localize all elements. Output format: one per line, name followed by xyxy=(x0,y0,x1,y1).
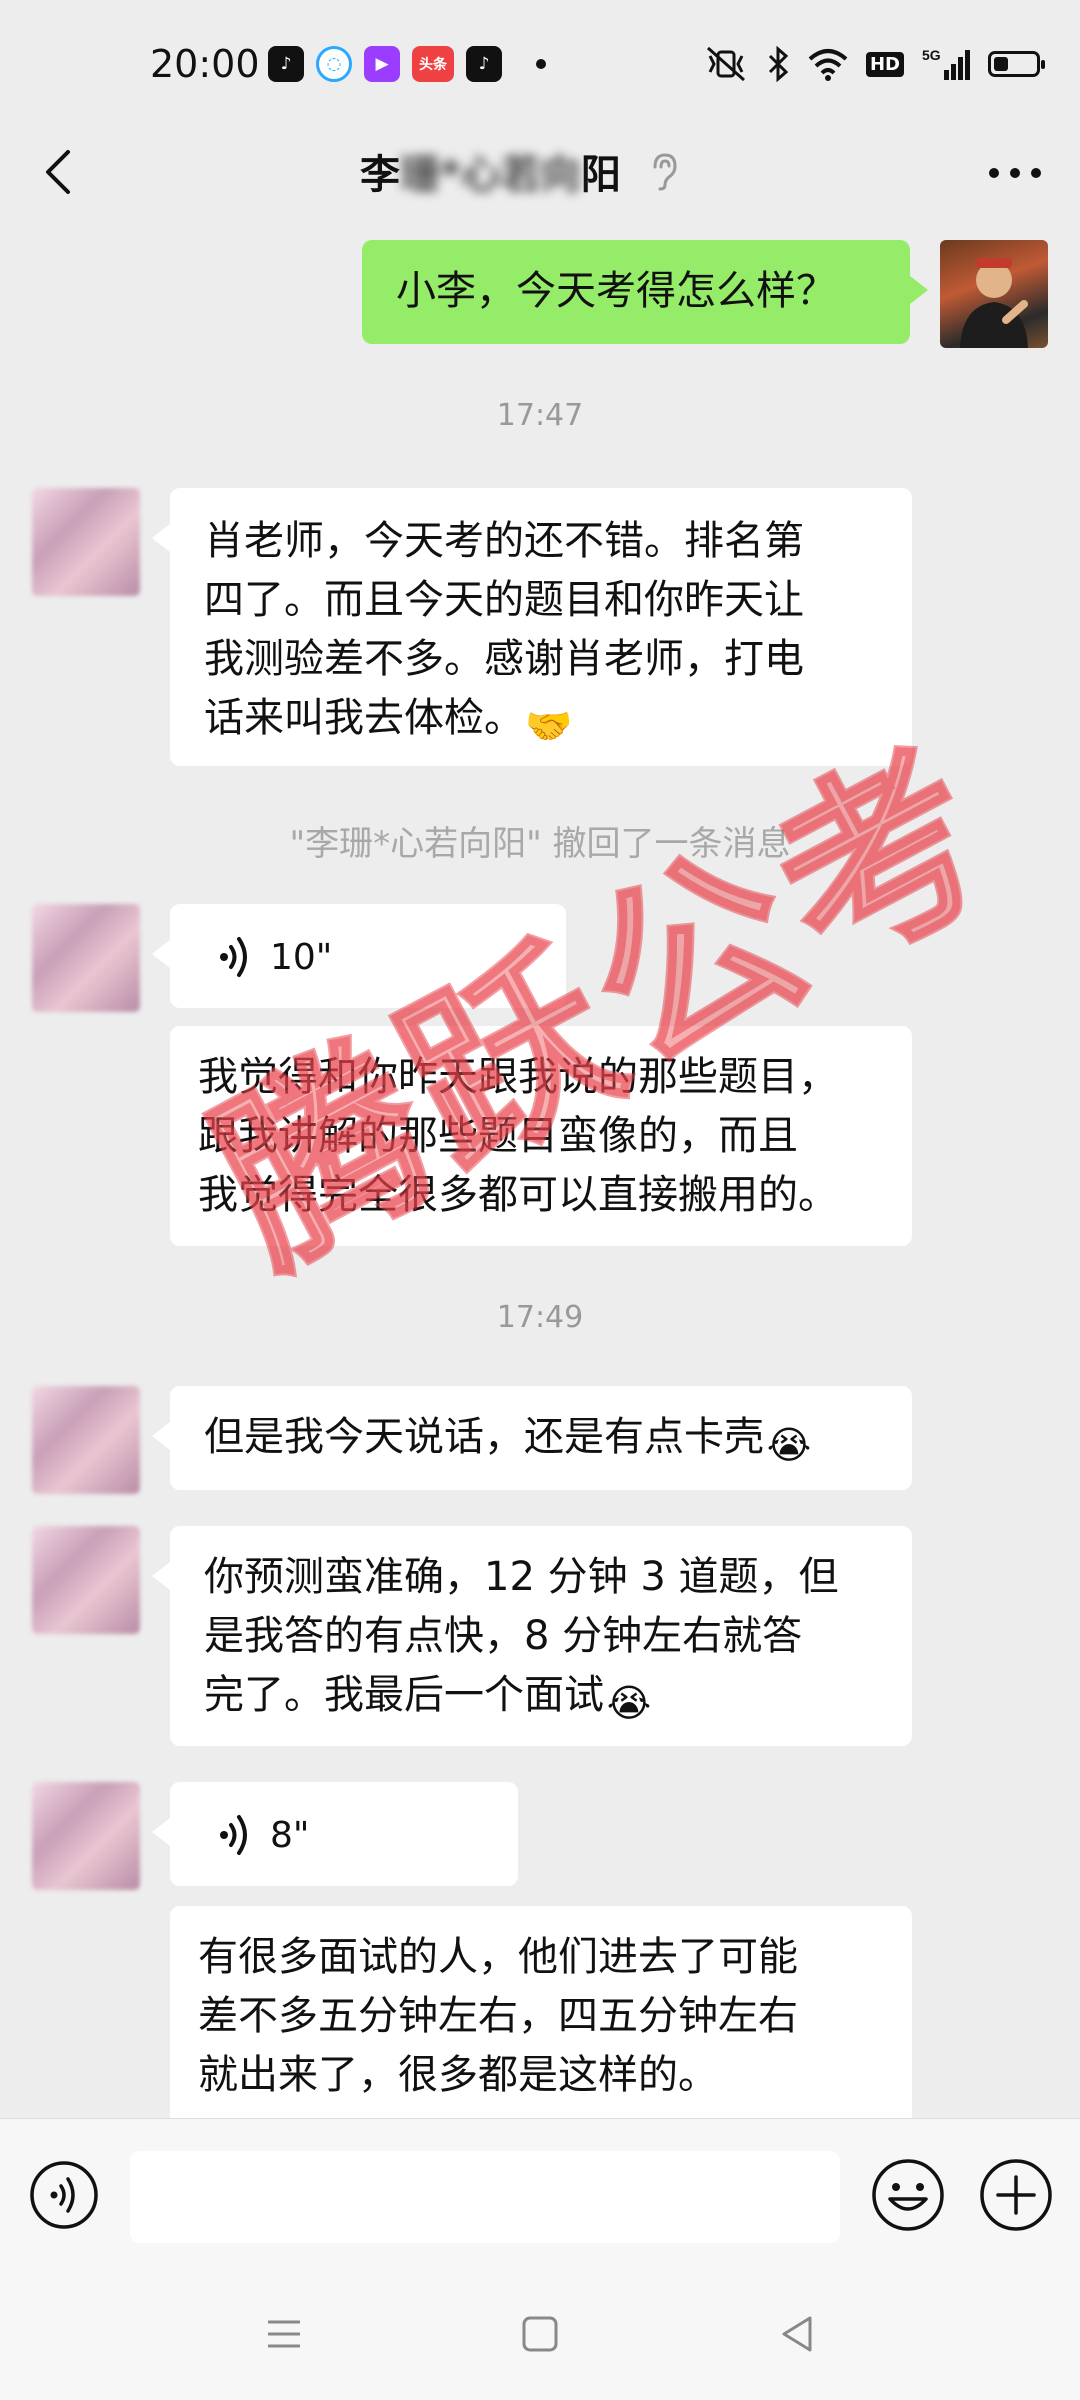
my-avatar[interactable] xyxy=(940,240,1048,348)
contact-avatar[interactable] xyxy=(32,1782,140,1890)
input-bar xyxy=(0,2118,1080,2269)
back-nav-icon[interactable] xyxy=(776,2312,820,2356)
toutiao-icon: 头条 xyxy=(412,46,454,82)
voice-input-toggle-button[interactable] xyxy=(28,2159,100,2231)
contact-avatar[interactable] xyxy=(32,904,140,1012)
message-input[interactable] xyxy=(130,2151,840,2243)
hd-badge: HD xyxy=(865,51,904,77)
message-bubble-contact[interactable]: 肖老师，今天考的还不错。排名第 四了。而且今天的题目和你昨天让 我测验差不多。感… xyxy=(152,488,912,766)
title-prefix: 李 xyxy=(360,152,400,198)
message-text: 但是我今天说话，还是有点卡壳 xyxy=(204,1414,764,1460)
video-player-icon: ▶ xyxy=(364,46,400,82)
battery-icon xyxy=(988,51,1045,77)
message-line: 肖老师，今天考的还不错。排名第 xyxy=(204,518,804,564)
status-time: 20:00 xyxy=(150,42,260,86)
more-functions-plus-button[interactable] xyxy=(978,2157,1054,2233)
timestamp: 17:47 xyxy=(496,398,584,433)
battery-level xyxy=(994,57,1008,71)
handshake-emoji-icon: 🤝 xyxy=(525,704,573,748)
back-button[interactable] xyxy=(30,142,90,202)
douyin-lite-icon: ♪ xyxy=(466,46,502,82)
message-bubble-me[interactable]: 小李，今天考得怎么样？ xyxy=(362,240,928,344)
system-nav-bar xyxy=(0,2268,1080,2400)
home-nav-icon[interactable] xyxy=(518,2312,562,2356)
message-text: 小李，今天考得怎么样？ xyxy=(396,268,836,314)
qq-browser-icon: ◌ xyxy=(316,46,352,82)
message-line: 差不多五分钟左右，四五分钟左右 xyxy=(198,1993,798,2039)
bluetooth-icon xyxy=(768,46,789,82)
recall-notice: "李珊*心若向阳" 撤回了一条消息 xyxy=(289,824,791,864)
message-line: 我觉得和你昨天跟我说的那些题目， xyxy=(198,1054,838,1100)
message-line: 完了。我最后一个面试 xyxy=(204,1672,604,1718)
status-indicators: HD 5G xyxy=(704,46,1045,82)
emoji-button[interactable] xyxy=(870,2157,946,2233)
signal-5g-icon: 5G xyxy=(922,47,970,80)
notification-icons: ♪ ◌ ▶ 头条 ♪ xyxy=(268,46,546,82)
douyin-icon: ♪ xyxy=(268,46,304,82)
crying-emoji-icon: 😭 xyxy=(766,1423,812,1467)
message-bubble-contact[interactable]: 但是我今天说话，还是有点卡壳😭 xyxy=(152,1386,912,1490)
message-line: 话来叫我去体检。 xyxy=(204,695,524,741)
message-line: 就出来了，很多都是这样的。 xyxy=(198,2052,718,2098)
voice-wave-icon xyxy=(220,1815,247,1855)
message-line: 你预测蛮准确，12 分钟 3 道题，但 xyxy=(204,1554,839,1600)
timestamp: 17:49 xyxy=(496,1300,584,1335)
contact-avatar[interactable] xyxy=(32,1386,140,1494)
message-bubble-contact[interactable]: 有很多面试的人，他们进去了可能 差不多五分钟左右，四五分钟左右 就出来了，很多都… xyxy=(170,1906,912,2118)
message-line: 我觉得完全很多都可以直接搬用的。 xyxy=(198,1172,838,1218)
crying-emoji-icon: 😭 xyxy=(606,1681,652,1725)
chat-header: 李珊*心若向阳 xyxy=(0,130,1080,214)
title-obscured: 珊*心若向 xyxy=(400,152,581,198)
voice-duration: 10" xyxy=(270,937,333,978)
earpiece-mode-icon xyxy=(653,153,677,191)
message-bubble-contact[interactable]: 你预测蛮准确，12 分钟 3 道题，但 是我答的有点快，8 分钟左右就答 完了。… xyxy=(152,1526,912,1746)
voice-wave-icon xyxy=(220,937,247,977)
silent-vibrate-icon xyxy=(706,46,745,82)
message-line: 四了。而且今天的题目和你昨天让 xyxy=(204,577,804,623)
voice-message[interactable]: 8" xyxy=(152,1782,518,1886)
status-bar: 20:00 ♪ ◌ ▶ 头条 ♪ HD 5G xyxy=(0,0,1080,130)
more-notifications-dot xyxy=(536,59,546,69)
voice-message[interactable]: 10" xyxy=(152,904,566,1008)
wifi-icon xyxy=(808,49,848,81)
chat-title-group: 李珊*心若向阳 xyxy=(360,142,681,200)
more-options-button[interactable] xyxy=(980,148,1050,198)
message-line: 是我答的有点快，8 分钟左右就答 xyxy=(204,1613,803,1659)
message-bubble-contact[interactable]: 我觉得和你昨天跟我说的那些题目， 跟我讲解的那些题目蛮像的，而且 我觉得完全很多… xyxy=(170,1026,912,1246)
message-line: 有很多面试的人，他们进去了可能 xyxy=(198,1934,798,1980)
voice-duration: 8" xyxy=(270,1815,310,1856)
contact-avatar[interactable] xyxy=(32,1526,140,1634)
svg-text:5G: 5G xyxy=(922,47,941,63)
title-suffix: 阳 xyxy=(580,152,621,198)
menu-nav-icon[interactable] xyxy=(262,2312,306,2356)
chat-title[interactable]: 李珊*心若向阳 xyxy=(360,142,621,200)
message-line: 我测验差不多。感谢肖老师，打电 xyxy=(204,636,804,682)
message-line: 跟我讲解的那些题目蛮像的，而且 xyxy=(198,1113,798,1159)
contact-avatar[interactable] xyxy=(32,488,140,596)
